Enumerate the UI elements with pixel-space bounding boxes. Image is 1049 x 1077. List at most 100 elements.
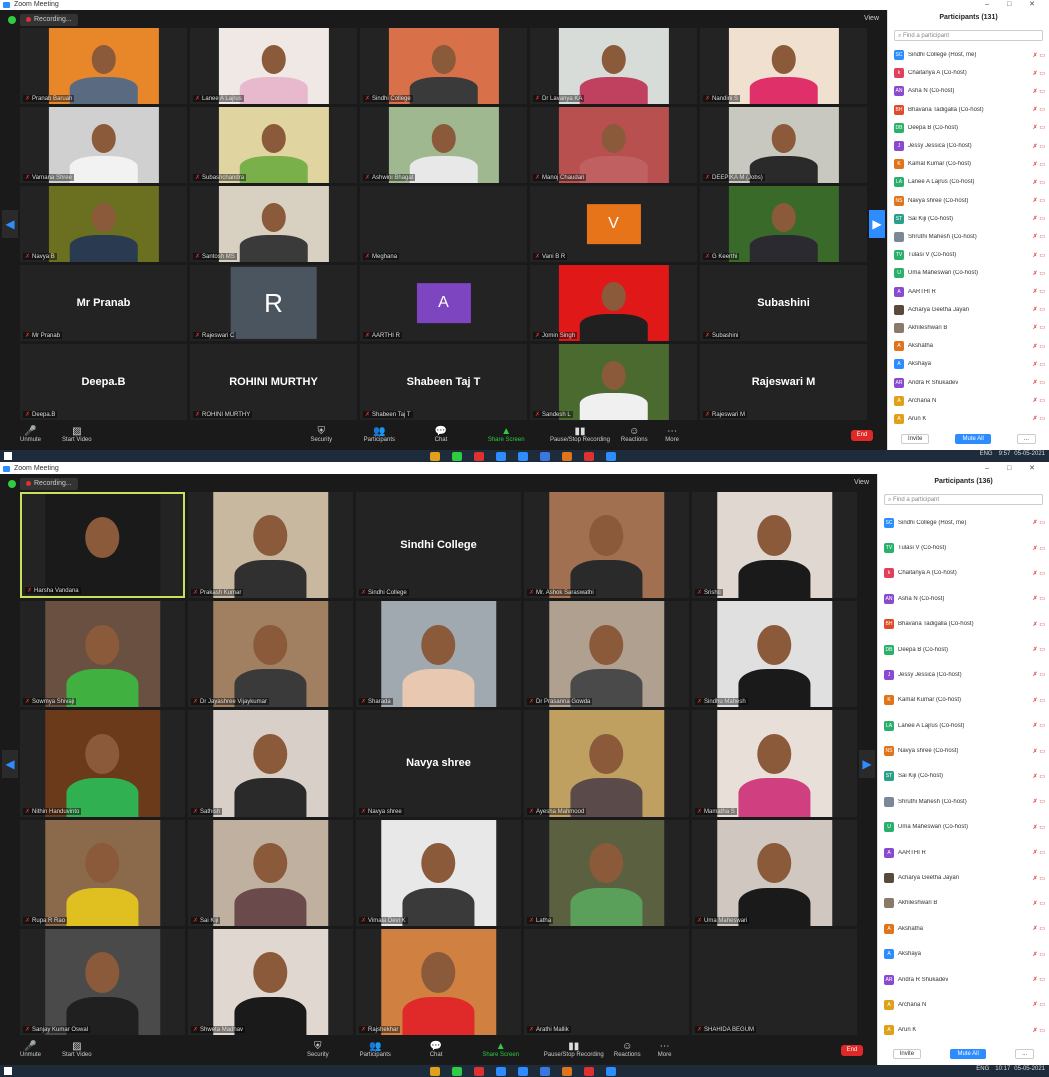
meet-icon[interactable] — [540, 452, 550, 461]
participant-list-item[interactable]: TV Tulasi V (Co-host) ✗ ▭ — [884, 535, 1045, 560]
participant-list-item[interactable]: k Chaitanya A (Co-host) ✗ ▭ — [894, 64, 1045, 82]
participant-list-item[interactable]: LA Lanee A Lajrus (Co-host) ✗ ▭ — [884, 713, 1045, 738]
participant-list-item[interactable]: A Akshaya ✗ ▭ — [884, 941, 1045, 966]
video-tile[interactable]: Mr Pranab ✗ Mr Pranab — [20, 265, 187, 341]
participant-list-item[interactable]: A AARTHI R ✗ ▭ — [894, 282, 1045, 300]
start-video-button[interactable]: ▨ Start Video — [62, 1041, 92, 1058]
previous-page-arrow[interactable]: ◀ — [2, 749, 18, 778]
pause-recording-button[interactable]: ▮▮ Pause/Stop Recording — [550, 426, 610, 443]
video-tile[interactable]: A ✗ AARTHI R — [360, 265, 527, 341]
video-tile[interactable]: ✗ Santosh MS — [190, 186, 357, 262]
next-page-arrow[interactable]: ▶ — [859, 749, 875, 778]
participant-list-item[interactable]: AN Asha N (Co-host) ✗ ▭ — [894, 82, 1045, 100]
participant-list-item[interactable]: J Jessy Jessica (Co-host) ✗ ▭ — [894, 137, 1045, 155]
video-tile[interactable]: ✗ Subashchandra — [190, 107, 357, 183]
window-controls[interactable]: – □ ✕ — [985, 464, 1043, 474]
chat-button[interactable]: 💬 Chat — [435, 426, 448, 443]
participant-list-item[interactable]: DB Deepa B (Co-host) ✗ ▭ — [894, 119, 1045, 137]
video-tile[interactable]: Deepa.B ✗ Deepa.B — [20, 344, 187, 420]
mute-all-button[interactable]: Mute All — [955, 434, 991, 444]
video-tile[interactable]: Navya shree ✗ Navya shree — [356, 710, 521, 817]
view-button[interactable]: View — [854, 479, 869, 486]
word-icon[interactable] — [496, 452, 506, 461]
recording-indicator[interactable]: Recording... — [20, 478, 78, 490]
video-tile[interactable]: ✗ Sindhu Mahesh — [692, 601, 857, 708]
mute-all-button[interactable]: Mute All — [950, 1049, 986, 1059]
participant-list-item[interactable]: k Chaitanya A (Co-host) ✗ ▭ — [884, 561, 1045, 586]
participant-list-item[interactable]: Akhileshwari B ✗ ▭ — [884, 891, 1045, 916]
participant-list-item[interactable]: Shruthi Mahesh (Co-host) ✗ ▭ — [884, 789, 1045, 814]
encryption-shield-icon[interactable] — [8, 16, 16, 24]
participant-list-item[interactable]: K Kamal Kumar (Co-host) ✗ ▭ — [884, 688, 1045, 713]
participant-search-input[interactable]: ⌕ Find a participant — [894, 30, 1043, 41]
video-tile[interactable]: ✗ Pranab Baruah — [20, 28, 187, 104]
reactions-button[interactable]: ☺ Reactions — [614, 1041, 641, 1058]
participant-list-item[interactable]: Shruthi Mahesh (Co-host) ✗ ▭ — [894, 228, 1045, 246]
recording-indicator[interactable]: Recording... — [20, 14, 78, 26]
participant-list-item[interactable]: AN Asha N (Co-host) ✗ ▭ — [884, 586, 1045, 611]
participant-search-input[interactable]: ⌕ Find a participant — [884, 494, 1043, 505]
video-tile[interactable]: Shabeen Taj T ✗ Shabeen Taj T — [360, 344, 527, 420]
video-tile[interactable]: ✗ Srishti — [692, 492, 857, 599]
meet-icon[interactable] — [540, 1067, 550, 1076]
participant-list-item[interactable]: AR Andra R Shukadev ✗ ▭ — [894, 373, 1045, 391]
video-tile[interactable]: ✗ Rupa R Rao — [20, 819, 185, 926]
video-tile[interactable]: ✗ Sharada — [356, 601, 521, 708]
participant-list-item[interactable]: LA Lanee A Lajrus (Co-host) ✗ ▭ — [894, 173, 1045, 191]
video-tile[interactable]: ✗ Nandini S — [700, 28, 867, 104]
video-tile[interactable]: R ✗ Rajeswari C — [190, 265, 357, 341]
participant-list-item[interactable]: ST Sai Kiji (Co-host) ✗ ▭ — [894, 210, 1045, 228]
participant-list-item[interactable]: U Uma Maheswari (Co-host) ✗ ▭ — [894, 264, 1045, 282]
video-tile[interactable]: ✗ Lanee A Lajrus — [190, 28, 357, 104]
participant-list-item[interactable]: U Uma Maheswari (Co-host) ✗ ▭ — [884, 815, 1045, 840]
windows-start-icon[interactable] — [4, 452, 12, 460]
encryption-shield-icon[interactable] — [8, 480, 16, 488]
vlc-icon[interactable] — [562, 452, 572, 461]
file-explorer-icon[interactable] — [430, 1067, 440, 1076]
previous-page-arrow[interactable]: ◀ — [2, 210, 18, 238]
video-tile[interactable]: ✗ Sandesh L — [530, 344, 697, 420]
window-controls[interactable]: – □ ✕ — [985, 0, 1043, 10]
participant-list-item[interactable]: DB Deepa B (Co-host) ✗ ▭ — [884, 637, 1045, 662]
invite-button[interactable]: Invite — [901, 434, 930, 444]
participant-list-item[interactable]: NS Navya shree (Co-host) ✗ ▭ — [884, 738, 1045, 763]
participant-list-item[interactable]: A Akshatha ✗ ▭ — [894, 337, 1045, 355]
start-video-button[interactable]: ▨ Start Video — [62, 426, 92, 443]
more-button[interactable]: ⋯ More — [658, 1041, 672, 1058]
participant-list-item[interactable]: A Arun K ✗ ▭ — [884, 1018, 1045, 1043]
end-meeting-button[interactable]: End — [841, 1045, 863, 1056]
video-tile[interactable]: ✗ Jomin Singh — [530, 265, 697, 341]
spotify-icon[interactable] — [452, 1067, 462, 1076]
video-tile[interactable]: ✗ Navya B — [20, 186, 187, 262]
video-tile[interactable]: ✗ Arathi Mallik — [524, 928, 689, 1035]
video-tile[interactable]: ✗ Varnana Shree — [20, 107, 187, 183]
participant-list-item[interactable]: K Kamal Kumar (Co-host) ✗ ▭ — [894, 155, 1045, 173]
pause-recording-button[interactable]: ▮▮ Pause/Stop Recording — [544, 1041, 604, 1058]
video-tile[interactable]: ✗ Meghana — [360, 186, 527, 262]
video-tile[interactable]: ✗ Mr. Ashok Saraswathi — [524, 492, 689, 599]
video-tile[interactable]: ✗ DEEPIKA M (Jobs) — [700, 107, 867, 183]
video-tile[interactable]: Subashini ✗ Subashini — [700, 265, 867, 341]
video-tile[interactable]: ✗ Latha — [524, 819, 689, 926]
video-tile[interactable]: ✗ Uma Maheswari — [692, 819, 857, 926]
video-tile[interactable]: ✗ Vimala Devi K — [356, 819, 521, 926]
video-tile[interactable]: ✗ Ashwini Bhagat — [360, 107, 527, 183]
app-icon[interactable] — [606, 452, 616, 461]
windows-start-icon[interactable] — [4, 1067, 12, 1075]
share-screen-button[interactable]: ▲ Share Screen — [488, 426, 525, 443]
video-tile[interactable]: Rajeswari M ✗ Rajeswari M — [700, 344, 867, 420]
unmute-button[interactable]: 🎤 Unmute — [20, 426, 41, 443]
pdf-reader-icon[interactable] — [584, 1067, 594, 1076]
video-tile[interactable]: ✗ Sathish — [188, 710, 353, 817]
video-tile[interactable]: Sindhi College ✗ Sindhi College — [356, 492, 521, 599]
video-tile[interactable]: ✗ Dr Lavanya KA — [530, 28, 697, 104]
reactions-button[interactable]: ☺ Reactions — [621, 426, 648, 443]
video-tile[interactable]: ✗ Ayesha Mahmood — [524, 710, 689, 817]
participant-list-item[interactable]: ST Sai Kiji (Co-host) ✗ ▭ — [884, 764, 1045, 789]
participants-button[interactable]: 👥 Participants — [360, 1041, 391, 1058]
more-options-button[interactable]: ... — [1015, 1049, 1035, 1059]
zoom-icon[interactable] — [518, 1067, 528, 1076]
video-tile[interactable]: ✗ Manoj Chaudari — [530, 107, 697, 183]
participant-list-item[interactable]: A Akshatha ✗ ▭ — [884, 916, 1045, 941]
share-screen-button[interactable]: ▲ Share Screen — [482, 1041, 519, 1058]
